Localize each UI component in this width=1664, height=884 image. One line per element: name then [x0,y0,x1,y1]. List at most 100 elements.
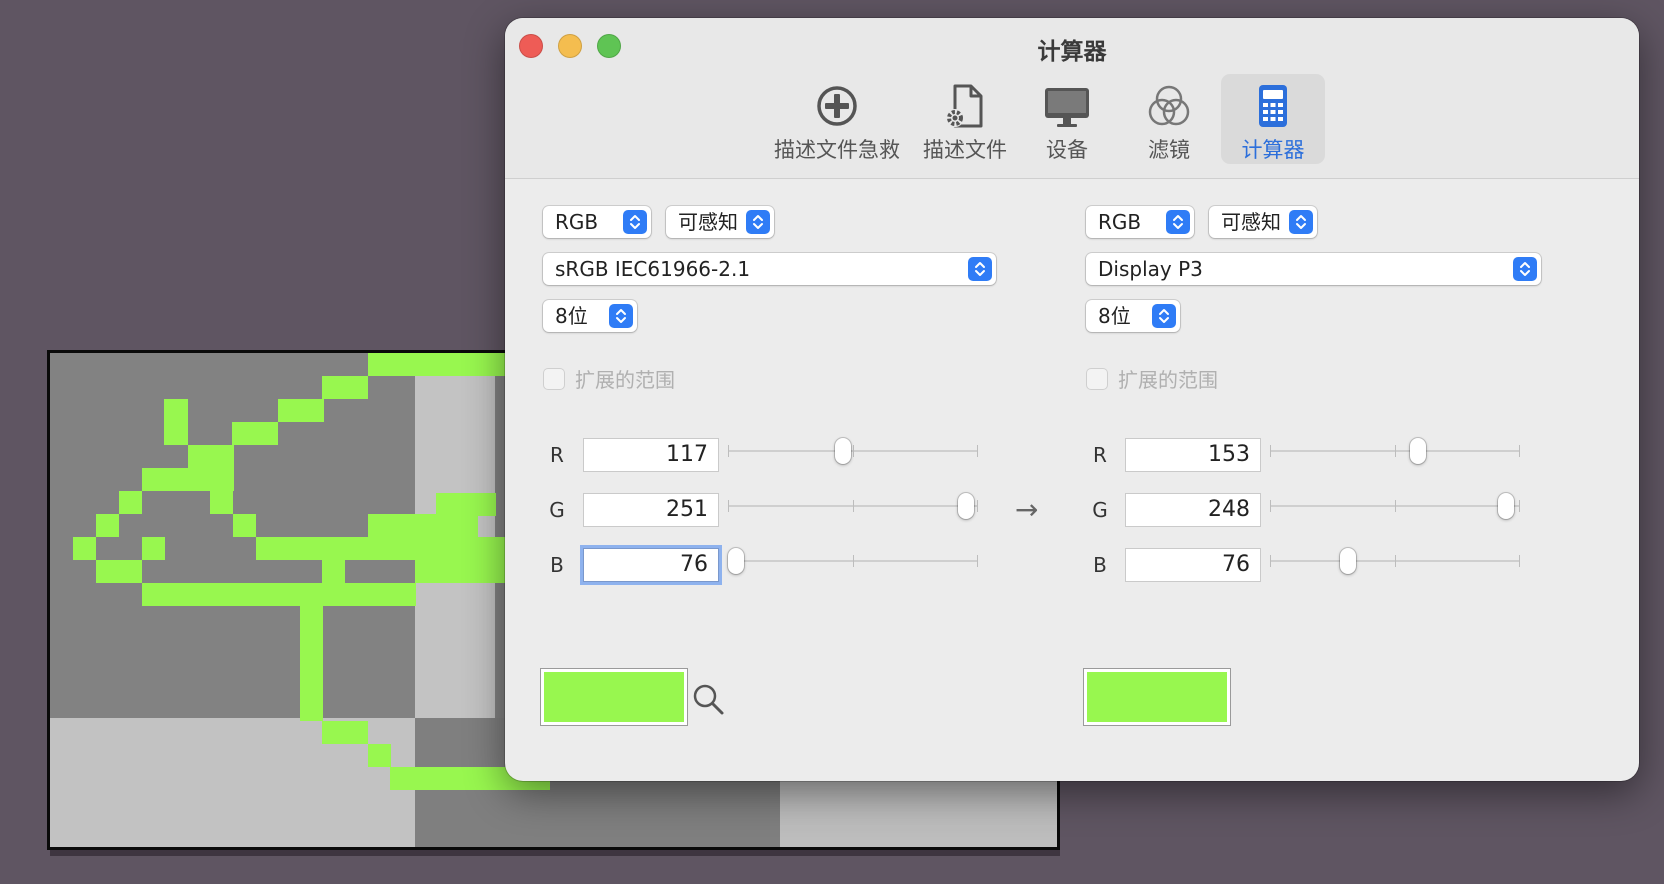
slider-tick [1395,445,1396,457]
pixel-art-stroke [96,560,142,583]
pixel-art-stroke [278,399,324,422]
pixel-art-stroke [233,514,256,537]
tab-devices[interactable]: 设备 [1027,74,1107,164]
destination-color-model-popup[interactable]: RGB [1086,206,1194,238]
slider-knob[interactable] [958,493,974,519]
source-channel-label-r: R [550,443,564,467]
checkbox-box[interactable] [1087,368,1107,389]
magnifier-icon[interactable] [692,683,726,717]
window-title: 计算器 [1037,39,1107,65]
destination-intent-popup[interactable]: 可感知 [1209,206,1317,238]
destination-extended-range-checkbox[interactable]: 扩展的范围 [1087,364,1218,393]
pixel-art-stroke [232,422,278,445]
slider-tick [1519,445,1520,457]
popup-value: RGB [1098,210,1142,234]
pixel-art-stroke [322,376,368,399]
source-intent-popup[interactable]: 可感知 [666,206,774,238]
chevron-up-down-icon [968,257,992,281]
popup-value: RGB [555,210,599,234]
source-g-slider[interactable] [728,493,978,519]
background-window-shadow [50,850,1060,856]
pixel-art-stroke [368,514,478,537]
display-monitor-icon [1045,88,1089,127]
source-color-swatch[interactable] [540,668,688,726]
pixel-art-stroke [300,606,323,721]
pixel-art-stroke [368,353,508,376]
slider-tick [1519,500,1520,512]
slider-knob[interactable] [728,548,744,574]
source-b-field[interactable]: 76 [584,549,718,581]
tab-label: 滤镜 [1148,138,1190,162]
slider-tick [977,555,978,567]
pixel-art-stroke [164,399,188,445]
destination-color-swatch[interactable] [1083,668,1231,726]
destination-b-field[interactable]: 76 [1126,549,1260,581]
slider-tick [1270,445,1271,457]
slider-tick [853,445,854,457]
destination-b-slider[interactable] [1270,548,1520,574]
chevron-up-down-icon [1289,210,1313,234]
conversion-arrow-icon: → [1015,493,1039,526]
chevron-up-down-icon [609,304,633,328]
destination-bit-depth-popup[interactable]: 8位 [1086,300,1180,332]
checkbox-box[interactable] [544,368,564,389]
destination-profile-popup[interactable]: Display P3 [1086,253,1541,285]
slider-tick [853,500,854,512]
source-extended-range-checkbox[interactable]: 扩展的范围 [544,364,675,393]
tab-calculator[interactable]: 计算器 [1221,74,1325,164]
tab-profile-first-aid[interactable]: 描述文件急救 [767,74,907,164]
slider-tick [728,445,729,457]
slider-tick [1270,555,1271,567]
source-color-model-popup[interactable]: RGB [543,206,651,238]
source-bit-depth-popup[interactable]: 8位 [543,300,637,332]
popup-value: 8位 [1098,304,1131,328]
swatch-fill [1087,672,1227,722]
filter-circles-icon [1148,85,1190,126]
tab-label: 设备 [1046,138,1088,162]
slider-tick [728,500,729,512]
source-channel-label-b: B [550,553,564,577]
pixel-art-stroke [322,721,368,744]
tab-label: 描述文件急救 [774,138,900,162]
slider-knob[interactable] [835,438,851,464]
slider-knob[interactable] [1410,438,1426,464]
slider-knob[interactable] [1498,493,1514,519]
source-r-slider[interactable] [728,438,978,464]
source-profile-popup[interactable]: sRGB IEC61966-2.1 [543,253,996,285]
slider-tick [977,445,978,457]
source-g-field[interactable]: 251 [584,494,718,526]
pixel-art-stroke [96,514,119,537]
popup-value: 可感知 [1221,210,1281,234]
pixel-art-stroke [119,491,142,514]
slider-tick [1395,555,1396,567]
destination-g-field[interactable]: 248 [1126,494,1260,526]
destination-channel-label-b: B [1093,553,1107,577]
source-b-slider[interactable] [728,548,978,574]
chevron-up-down-icon [1152,304,1176,328]
pixel-art-stroke [188,445,234,468]
pixel-art-stroke [73,537,96,560]
chevron-up-down-icon [1513,257,1537,281]
destination-channel-label-r: R [1093,443,1107,467]
destination-r-field[interactable]: 153 [1126,439,1260,471]
toolbar: 计算器 描述文件急救 描述文件 设备 滤镜 计算器 [505,18,1639,179]
chevron-up-down-icon [1166,210,1190,234]
tab-label: 计算器 [1241,138,1305,162]
tab-filters[interactable]: 滤镜 [1129,74,1209,164]
destination-g-slider[interactable] [1270,493,1520,519]
popup-value: 可感知 [678,210,738,234]
tab-label: 描述文件 [923,138,1007,162]
slider-tick [1270,500,1271,512]
source-channel-label-g: G [549,498,565,522]
pixel-art-stroke [142,583,416,606]
popup-value: sRGB IEC61966-2.1 [555,257,751,281]
slider-tick [977,500,978,512]
tab-profiles[interactable]: 描述文件 [915,74,1015,164]
slider-tick [1395,500,1396,512]
destination-r-slider[interactable] [1270,438,1520,464]
slider-knob[interactable] [1340,548,1356,574]
pixel-art-stroke [142,537,165,560]
checkbox-label: 扩展的范围 [1118,368,1218,392]
pixel-art-stroke [210,491,233,514]
source-r-field[interactable]: 117 [584,439,718,471]
